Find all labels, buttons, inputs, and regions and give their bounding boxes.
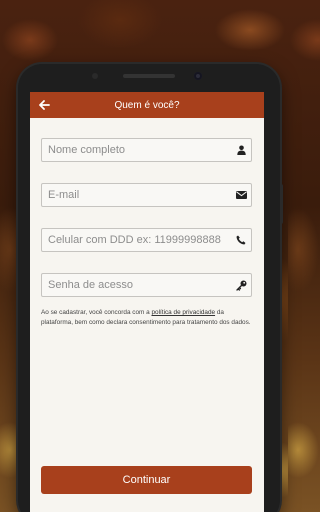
password-input[interactable] <box>42 274 231 296</box>
terms-text-before: Ao se cadastrar, você concorda com a <box>41 309 152 316</box>
email-field[interactable] <box>41 183 252 207</box>
power-button <box>280 184 283 224</box>
phone-input[interactable] <box>42 229 231 251</box>
page-title: Quem é você? <box>114 99 180 111</box>
proximity-sensor <box>92 73 98 79</box>
privacy-terms-text: Ao se cadastrar, você concorda com a pol… <box>41 308 255 328</box>
privacy-policy-link[interactable]: política de privacidade <box>151 309 215 316</box>
front-camera-icon <box>194 72 202 80</box>
phone-icon <box>231 229 251 251</box>
back-button[interactable] <box>36 97 52 113</box>
earpiece-speaker <box>123 74 175 78</box>
password-field[interactable] <box>41 273 252 297</box>
envelope-icon <box>231 184 251 206</box>
app-bar: Quem é você? <box>30 92 264 118</box>
phone-field[interactable] <box>41 228 252 252</box>
email-input[interactable] <box>42 184 231 206</box>
continue-button[interactable]: Continuar <box>41 466 252 494</box>
name-input[interactable] <box>42 139 231 161</box>
key-icon <box>231 274 251 296</box>
app-screen: Quem é você? Nome completo E-mail Celula… <box>30 92 264 512</box>
name-field[interactable] <box>41 138 252 162</box>
user-icon <box>231 139 251 161</box>
arrow-left-icon <box>38 100 50 110</box>
